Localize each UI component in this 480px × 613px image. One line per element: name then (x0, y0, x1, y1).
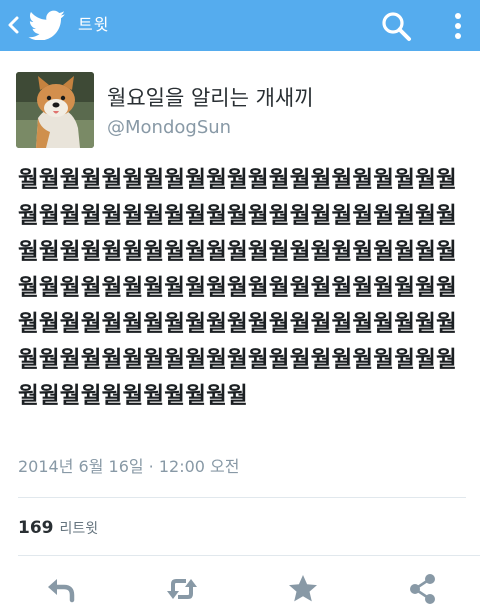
tweet-timestamp: 2014년 6월 16일 · 12:00 오전 (18, 457, 240, 476)
retweet-label: 리트윗 (59, 521, 99, 537)
avatar[interactable] (16, 72, 94, 148)
favorite-star-icon[interactable] (286, 572, 320, 606)
divider (18, 497, 466, 498)
chevron-left-icon[interactable] (5, 13, 23, 37)
more-vertical-icon[interactable] (448, 10, 468, 42)
retweet-count: 169 (18, 518, 54, 538)
app-bar: 트윗 (0, 0, 480, 51)
share-icon[interactable] (406, 572, 440, 606)
avatar-dog-image (16, 72, 94, 148)
user-handle[interactable]: @MondogSun (107, 116, 231, 140)
retweet-stats[interactable]: 169 리트윗 (18, 516, 98, 541)
retweet-icon[interactable] (165, 572, 199, 606)
twitter-bird-icon[interactable] (28, 10, 66, 40)
page-title: 트윗 (78, 15, 110, 34)
search-icon[interactable] (380, 10, 414, 42)
reply-icon[interactable] (44, 572, 78, 606)
divider (18, 555, 480, 556)
display-name[interactable]: 월요일을 알리는 개새끼 (107, 84, 314, 112)
tweet-text: 월월월월월월월월월월월월월월월월월월월월월월월월월월월월월월월월월월월월월월월월… (18, 167, 457, 409)
